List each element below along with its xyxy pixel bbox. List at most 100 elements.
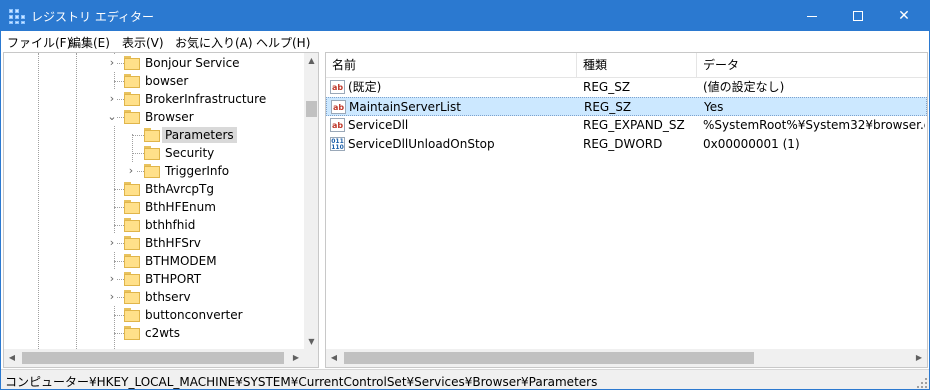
tree-node[interactable]: BthHFEnum <box>4 198 304 216</box>
folder-icon <box>124 290 140 304</box>
value-row[interactable]: ab (既定) REG_SZ (値の設定なし) <box>326 78 927 97</box>
column-header-name[interactable]: 名前 <box>326 53 577 78</box>
list-horizontal-scroll-track[interactable]: ◀ ▶ <box>326 349 927 367</box>
scroll-right-arrow-icon[interactable]: ▶ <box>911 349 927 367</box>
value-data: (値の設定なし) <box>703 80 785 94</box>
tree-node-label[interactable]: BTHPORT <box>142 271 204 287</box>
chevron-right-icon[interactable]: › <box>126 162 136 180</box>
value-row[interactable]: ab ServiceDll REG_EXPAND_SZ %SystemRoot%¥Sy… <box>326 116 927 135</box>
scroll-left-arrow-icon[interactable]: ◀ <box>326 349 342 367</box>
tree-node-label[interactable]: bthserv <box>142 289 194 305</box>
key-tree-pane[interactable]: › Bonjour Service bowser › BrokerInfrastruct… <box>3 52 319 368</box>
tree-horizontal-scroll-thumb[interactable] <box>22 352 284 364</box>
folder-icon <box>124 110 140 124</box>
value-name: ServiceDllUnloadOnStop <box>348 137 495 151</box>
chevron-right-icon[interactable]: › <box>107 90 117 108</box>
menu-bar: ファイル(F) 編集(E) 表示(V) お気に入り(A) ヘルプ(H) <box>1 31 929 51</box>
scroll-right-arrow-icon[interactable]: ▶ <box>288 349 304 367</box>
folder-icon <box>124 254 140 268</box>
list-horizontal-scroll-thumb[interactable] <box>344 352 754 364</box>
folder-icon <box>124 74 140 88</box>
tree-node[interactable]: bowser <box>4 72 304 90</box>
menu-file[interactable]: ファイル(F) <box>7 34 71 51</box>
chevron-right-icon[interactable]: › <box>107 54 117 72</box>
tree-node-label[interactable]: bowser <box>142 73 191 89</box>
tree-horizontal-scrollbar[interactable]: ◀ ▶ <box>4 349 304 367</box>
tree-vertical-scroll-thumb[interactable] <box>306 101 317 117</box>
tree-node[interactable]: ⌄ Browser <box>4 108 304 126</box>
minimize-button[interactable] <box>789 1 835 31</box>
folder-icon <box>124 182 140 196</box>
tree-node-label[interactable]: Security <box>162 145 217 161</box>
tree-node-label[interactable]: BTHMODEM <box>142 253 220 269</box>
chevron-right-icon[interactable]: › <box>107 234 117 252</box>
tree-node-label[interactable]: c2wts <box>142 325 183 341</box>
tree-node-label[interactable]: TriggerInfo <box>162 163 232 179</box>
value-row[interactable]: 011 110 ServiceDllUnloadOnStop REG_DWORD 0x… <box>326 135 927 154</box>
tree-node-label[interactable]: BthAvrcpTg <box>142 181 217 197</box>
tree-node[interactable]: › bthserv <box>4 288 304 306</box>
column-header-type[interactable]: 種類 <box>577 53 697 78</box>
tree-node-label[interactable]: BthHFSrv <box>142 235 204 251</box>
menu-view[interactable]: 表示(V) <box>122 34 164 51</box>
menu-help[interactable]: ヘルプ(H) <box>256 34 310 51</box>
close-button[interactable]: ✕ <box>881 1 927 31</box>
folder-icon <box>144 146 160 160</box>
value-type: REG_SZ <box>583 80 631 94</box>
tree-node[interactable]: › Bonjour Service <box>4 54 304 72</box>
tree-node[interactable]: › BTHPORT <box>4 270 304 288</box>
menu-favorites[interactable]: お気に入り(A) <box>175 34 253 51</box>
folder-icon <box>124 326 140 340</box>
tree-node[interactable]: c2wts <box>4 324 304 342</box>
string-value-icon: ab <box>330 118 345 132</box>
tree-node[interactable]: BthAvrcpTg <box>4 180 304 198</box>
key-tree: › Bonjour Service bowser › BrokerInfrastruct… <box>4 53 304 349</box>
tree-guide-line <box>132 135 144 136</box>
tree-node[interactable]: BTHMODEM <box>4 252 304 270</box>
tree-guide-line <box>132 153 144 154</box>
column-header-data[interactable]: データ <box>697 53 927 78</box>
values-list-pane[interactable]: 名前 種類 データ ab (既定) REG_SZ (値の設定なし) ab Maintain… <box>325 52 928 368</box>
tree-node[interactable]: Parameters <box>4 126 304 144</box>
tree-node-label[interactable]: buttonconverter <box>142 307 246 323</box>
string-value-icon: ab <box>330 80 345 94</box>
resize-grip-icon[interactable] <box>917 378 927 388</box>
value-row[interactable]: ab MaintainServerList REG_SZ Yes <box>326 97 927 116</box>
tree-guide-line <box>114 333 124 334</box>
tree-node[interactable]: Security <box>4 144 304 162</box>
value-data: 0x00000001 (1) <box>703 137 800 151</box>
binary-value-icon: 011 110 <box>330 137 345 151</box>
chevron-down-icon[interactable]: ⌄ <box>107 108 117 126</box>
list-header: 名前 種類 データ <box>326 53 927 78</box>
tree-node-label[interactable]: BthHFEnum <box>142 199 219 215</box>
string-value-icon: ab <box>331 100 346 114</box>
folder-icon <box>124 272 140 286</box>
tree-guide-line <box>114 189 124 190</box>
folder-icon <box>124 308 140 322</box>
tree-node[interactable]: › TriggerInfo <box>4 162 304 180</box>
folder-icon <box>124 200 140 214</box>
menu-edit[interactable]: 編集(E) <box>69 34 110 51</box>
folder-icon <box>144 164 160 178</box>
tree-node-label[interactable]: bthhfhid <box>142 217 198 233</box>
tree-node[interactable]: buttonconverter <box>4 306 304 324</box>
chevron-right-icon[interactable]: › <box>107 288 117 306</box>
tree-node-label[interactable]: Browser <box>142 109 197 125</box>
maximize-button[interactable] <box>835 1 881 31</box>
tree-node-label[interactable]: BrokerInfrastructure <box>142 91 269 107</box>
tree-node[interactable]: › BthHFSrv <box>4 234 304 252</box>
title-bar[interactable]: レジストリ エディター ✕ <box>1 1 929 31</box>
tree-node[interactable]: › BrokerInfrastructure <box>4 90 304 108</box>
tree-node-label[interactable]: Parameters <box>162 127 237 143</box>
chevron-right-icon[interactable]: › <box>107 270 117 288</box>
scroll-down-arrow-icon[interactable]: ▼ <box>304 334 318 349</box>
current-key-path: コンピューター¥HKEY_LOCAL_MACHINE¥SYSTEM¥Curren… <box>5 375 598 389</box>
scroll-left-arrow-icon[interactable]: ◀ <box>4 349 20 367</box>
tree-node[interactable]: bthhfhid <box>4 216 304 234</box>
tree-vertical-scrollbar[interactable]: ▲ ▼ <box>304 53 318 349</box>
tree-node-label[interactable]: Bonjour Service <box>142 55 243 71</box>
registry-editor-app-icon <box>9 9 25 25</box>
scroll-up-arrow-icon[interactable]: ▲ <box>304 53 318 68</box>
window-title: レジストリ エディター <box>31 10 154 24</box>
list-horizontal-scrollbar[interactable]: ◀ ▶ <box>326 349 927 367</box>
